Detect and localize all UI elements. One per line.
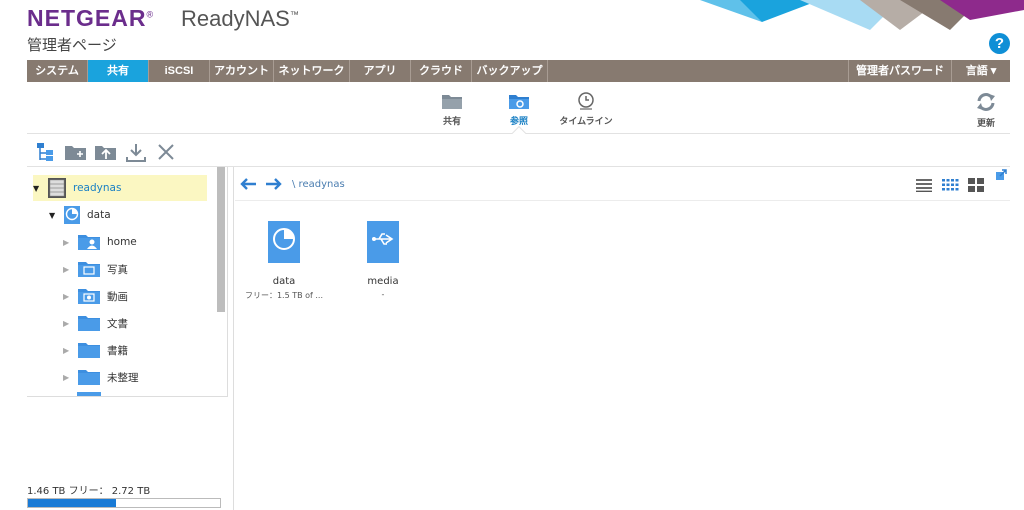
path-bar: \ readynas xyxy=(235,167,1010,201)
page-title: 管理者ページ xyxy=(27,36,117,54)
home-folder-icon xyxy=(78,235,100,250)
usb-drive-icon xyxy=(367,221,399,263)
expand-icon[interactable]: ▼ xyxy=(33,184,43,193)
folder-icon xyxy=(78,370,100,385)
collapse-arrow-icon[interactable]: ▶ xyxy=(63,346,73,355)
grid-view-icon[interactable] xyxy=(941,178,959,192)
large-icon-view-icon[interactable] xyxy=(967,177,985,193)
tab-network[interactable]: ネットワーク xyxy=(274,60,350,82)
tree-item-documents[interactable]: ▶ 文書 xyxy=(63,310,128,336)
tree-item-data[interactable]: ▼ data xyxy=(49,202,111,228)
folder-icon xyxy=(78,343,100,358)
tree-item-books[interactable]: ▶ 書籍 xyxy=(63,337,128,363)
product-name: ReadyNAS™ xyxy=(181,6,299,31)
tab-shares[interactable]: 共有 xyxy=(88,60,149,82)
refresh-icon xyxy=(977,93,995,111)
tab-backup[interactable]: バックアップ xyxy=(472,60,548,82)
collapse-arrow-icon[interactable]: ▶ xyxy=(63,292,73,301)
tab-apps[interactable]: アプリ xyxy=(350,60,411,82)
header-decoration xyxy=(700,0,1024,30)
storage-usage-text: 1.46 TB フリー： 2.72 TB xyxy=(27,486,151,497)
download-icon[interactable] xyxy=(124,141,148,163)
file-name: media xyxy=(367,276,399,287)
list-view-icon[interactable] xyxy=(915,178,933,192)
collapse-arrow-icon[interactable]: ▶ xyxy=(63,238,73,247)
subnav-browse[interactable]: 参照 xyxy=(502,92,536,127)
upload-icon[interactable] xyxy=(94,141,118,163)
breadcrumb[interactable]: \ readynas xyxy=(292,179,345,190)
help-button[interactable]: ? xyxy=(989,33,1010,54)
folder-tree: ▼ readynas ▼ data ▶ home ▶ 写真 ▶ 動画 ▶ 文書 … xyxy=(27,167,228,397)
file-item-data[interactable]: data フリー：1.5 TB of ... xyxy=(239,220,329,301)
tab-iscsi[interactable]: iSCSI xyxy=(149,60,210,82)
storage-usage-bar xyxy=(27,498,221,508)
tree-view-icon[interactable] xyxy=(35,141,59,163)
volume-icon xyxy=(64,206,80,224)
tree-scrollbar[interactable] xyxy=(217,167,225,312)
collapse-arrow-icon[interactable]: ▶ xyxy=(63,373,73,382)
new-folder-icon[interactable] xyxy=(64,141,88,163)
browse-folder-icon xyxy=(509,95,529,109)
storage-usage-fill xyxy=(28,499,117,507)
tree-item-videos[interactable]: ▶ 動画 xyxy=(63,283,128,309)
file-subtext: - xyxy=(381,290,385,299)
collapse-arrow-icon[interactable]: ▶ xyxy=(63,319,73,328)
tree-item-photos[interactable]: ▶ 写真 xyxy=(63,256,128,282)
file-name: data xyxy=(272,276,296,287)
tab-accounts[interactable]: アカウント xyxy=(210,60,274,82)
folder-icon xyxy=(77,392,101,396)
expand-window-icon[interactable] xyxy=(995,169,1007,181)
folder-icon xyxy=(78,316,100,331)
photo-folder-icon xyxy=(78,262,100,277)
subnav-timeline[interactable]: タイムライン xyxy=(557,92,615,127)
tab-system[interactable]: システム xyxy=(27,60,88,82)
subnav-shares[interactable]: 共有 xyxy=(435,92,469,127)
file-toolbar xyxy=(27,134,1010,167)
tab-cloud[interactable]: クラウド xyxy=(411,60,472,82)
video-folder-icon xyxy=(78,289,100,304)
clock-icon xyxy=(578,92,594,110)
netgear-logo: NETGEAR® xyxy=(27,5,155,31)
file-subtext: フリー：1.5 TB of ... xyxy=(244,291,324,300)
expand-icon[interactable]: ▼ xyxy=(49,211,59,220)
tree-item-home[interactable]: ▶ home xyxy=(63,229,137,255)
refresh-button[interactable]: 更新 xyxy=(971,92,1001,129)
tree-item-readynas[interactable]: ▼ readynas xyxy=(33,175,207,201)
main-nav: システム 共有 iSCSI アカウント ネットワーク アプリ クラウド バックア… xyxy=(27,60,1010,82)
admin-password-button[interactable]: 管理者パスワード xyxy=(849,60,952,82)
language-menu[interactable]: 言語 ▾ xyxy=(952,60,1010,82)
delete-icon[interactable] xyxy=(154,141,178,163)
volume-icon xyxy=(268,221,300,263)
nas-device-icon xyxy=(48,178,66,198)
file-item-media[interactable]: media - xyxy=(338,220,428,299)
tree-item-unsorted[interactable]: ▶ 未整理 xyxy=(63,364,139,390)
folder-icon xyxy=(442,95,462,109)
forward-arrow-icon[interactable] xyxy=(265,177,283,191)
sub-nav: 共有 参照 タイムライン 更新 xyxy=(27,82,1010,141)
collapse-arrow-icon[interactable]: ▶ xyxy=(63,265,73,274)
app-header: NETGEAR® ReadyNAS™ 管理者ページ ? xyxy=(0,0,1024,60)
back-arrow-icon[interactable] xyxy=(239,177,257,191)
